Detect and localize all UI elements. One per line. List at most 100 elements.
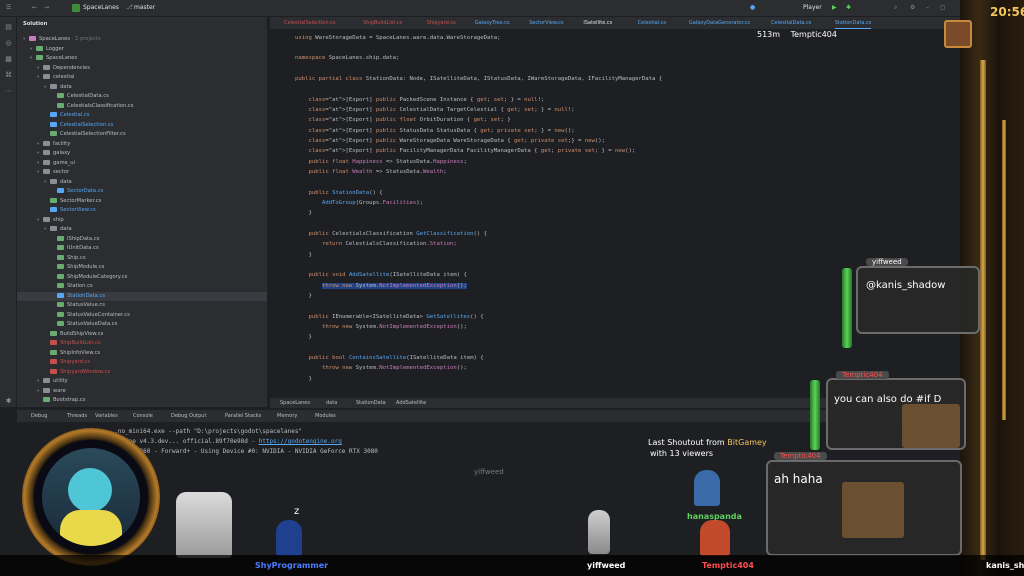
tree-item[interactable]: StatusValueData.cs [17,320,267,330]
editor-tab[interactable]: Shipyard.cs [427,20,456,26]
debug-tool-icon[interactable]: ✱ [4,397,13,406]
maximize-icon[interactable]: ▢ [940,4,946,11]
code-line[interactable]: } [295,374,311,384]
tree-item[interactable]: SectorData.cs [17,187,267,197]
console-link[interactable]: https://godotengine.org [259,438,342,445]
tree-item[interactable]: Ship.cs [17,254,267,264]
tree-item[interactable]: ▾ galaxy [17,149,267,159]
code-line[interactable]: class="at">[Export] public PackedScene I… [295,95,544,105]
minimize-icon[interactable]: – [926,4,929,11]
editor-tab[interactable]: SectorView.cs [529,20,563,26]
code-line[interactable]: using WareStorageData = SpaceLanes.ware.… [295,33,500,43]
commit-icon[interactable]: ◎ [4,39,13,48]
editor-tab[interactable]: StationData.cs [834,20,872,29]
structure-icon[interactable]: ⌘ [4,71,13,80]
breadcrumb-item[interactable]: data [326,400,337,406]
code-line[interactable]: } [295,250,311,260]
code-line[interactable]: public bool ContainsSatellite(ISatellite… [295,353,483,363]
tree-item[interactable]: Station.cs [17,282,267,292]
tree-item[interactable]: ShipyardWindow.cs [17,368,267,378]
tab-threads[interactable]: Threads [67,413,87,419]
code-editor[interactable] [270,30,960,398]
code-line[interactable]: public StationData() { [295,188,382,198]
tree-item[interactable]: ▾ facility [17,140,267,150]
code-line[interactable]: } [295,332,311,342]
code-line[interactable]: namespace SpaceLanes.ship.data; [295,53,399,63]
tree-item[interactable]: ShipModule.cs [17,263,267,273]
code-line[interactable]: public void AddSatellite(ISatelliteData … [295,270,466,280]
code-line[interactable]: class="at">[Export] public StatusData St… [295,126,574,136]
tree-item[interactable]: CelestialSelectionFilter.cs [17,130,267,140]
code-line[interactable]: public float Happiness => StatusData.Hap… [295,157,466,167]
tree-item[interactable]: Shipyard.cs [17,358,267,368]
editor-gutter[interactable] [270,30,294,398]
editor-tab[interactable]: Celestial.cs [638,20,666,26]
breadcrumb-item[interactable]: AddSatellite [396,400,426,406]
more-tools-icon[interactable]: ⋯ [4,87,13,96]
project-name[interactable]: SpaceLanes [83,4,119,11]
code-line[interactable]: class="at">[Export] public CelestialData… [295,105,574,115]
code-line[interactable]: throw new System.NotImplementedException… [295,322,467,332]
code-line[interactable]: class="at">[Export] public float OrbitDu… [295,115,510,125]
code-line[interactable]: throw new System.NotImplementedException… [295,363,467,373]
tree-item[interactable]: IUnitData.cs [17,244,267,254]
editor-tab[interactable]: CelestialData.cs [771,20,811,26]
code-line[interactable]: class="at">[Export] public WareStorageDa… [295,136,604,146]
tree-item[interactable]: ▾ celestial [17,73,267,83]
tree-item[interactable]: ▾ SpaceLanes [17,54,267,64]
tree-item[interactable]: SectorView.cs [17,206,267,216]
tree-item[interactable]: StatusValue.cs [17,301,267,311]
tab-parallel-stacks[interactable]: Parallel Stacks [225,413,261,419]
tree-item[interactable]: ▾ data [17,178,267,188]
tree-item[interactable]: ▾ sector [17,168,267,178]
tree-item[interactable]: IShipData.cs [17,235,267,245]
project-view-icon[interactable]: ▤ [4,23,13,32]
tree-item[interactable]: ▾ Logger [17,45,267,55]
tree-item[interactable]: ▾ SpaceLanes · 2 projects [17,35,267,45]
tree-item[interactable]: ▾ Dependencies [17,64,267,74]
main-menu-icon[interactable]: ☰ [6,4,11,11]
tree-item[interactable]: Celestial.cs [17,111,267,121]
settings-icon[interactable]: ⚙ [910,4,915,11]
explorer-icon[interactable]: ▦ [4,55,13,64]
run-icon[interactable]: ▶ [832,4,837,11]
search-icon[interactable]: ⌕ [894,4,897,12]
ai-icon[interactable]: ● [750,4,755,11]
tree-item[interactable]: Bootstrap.cs [17,396,267,406]
tree-item[interactable]: ShipModuleCategory.cs [17,273,267,283]
tree-item[interactable]: StationData.cs [17,291,267,301]
editor-tab[interactable]: CelestialSelection.cs [284,20,335,26]
tree-item[interactable]: ▾ ware [17,387,267,397]
tree-item[interactable]: BuildShipView.cs [17,330,267,340]
code-line[interactable]: } [295,291,311,301]
tab-debug[interactable]: Debug [31,413,47,419]
tree-item[interactable]: ▾ data [17,225,267,235]
tab-modules[interactable]: Modules [315,413,336,419]
tab-variables[interactable]: Variables [95,413,118,419]
code-line[interactable]: public CelestialsClassification GetClass… [295,229,487,239]
forward-icon[interactable]: → [44,4,49,11]
run-config[interactable]: Player [803,4,822,11]
breadcrumb-item[interactable]: SpaceLanes [280,400,310,406]
tab-debug-output[interactable]: Debug Output [171,413,206,419]
tree-item[interactable]: StatusValueContainer.cs [17,311,267,321]
tree-item[interactable]: SectorMarker.cs [17,197,267,207]
tree-item[interactable]: ShipBuildList.cs [17,339,267,349]
tree-item[interactable]: ▾ utility [17,377,267,387]
editor-tab[interactable]: GalaxyTree.cs [475,20,510,26]
code-line[interactable]: throw new System.NotImplementedException… [295,281,467,291]
breadcrumb-item[interactable]: StationData [356,400,386,406]
branch-name[interactable]: master [134,4,155,11]
code-line[interactable]: class="at">[Export] public FacilityManag… [295,146,635,156]
code-line[interactable]: public partial class StationData: Node, … [295,74,662,84]
tree-item[interactable]: CelestialsClassification.cs [17,102,267,112]
tree-item[interactable]: ▾ data [17,83,267,93]
code-line[interactable]: } [295,208,311,218]
code-line[interactable]: public IEnumerable<ISatelliteData> GetSa… [295,312,483,322]
tab-console[interactable]: Console [133,413,153,419]
code-line[interactable]: AddToGroup(Groups.Facilities); [295,198,423,208]
editor-tab[interactable]: ISatellite.cs [583,20,612,26]
editor-tab[interactable]: GalaxyDataGenerator.cs [689,20,750,26]
tree-item[interactable]: CelestialSelection.cs [17,121,267,131]
tab-memory[interactable]: Memory [277,413,297,419]
